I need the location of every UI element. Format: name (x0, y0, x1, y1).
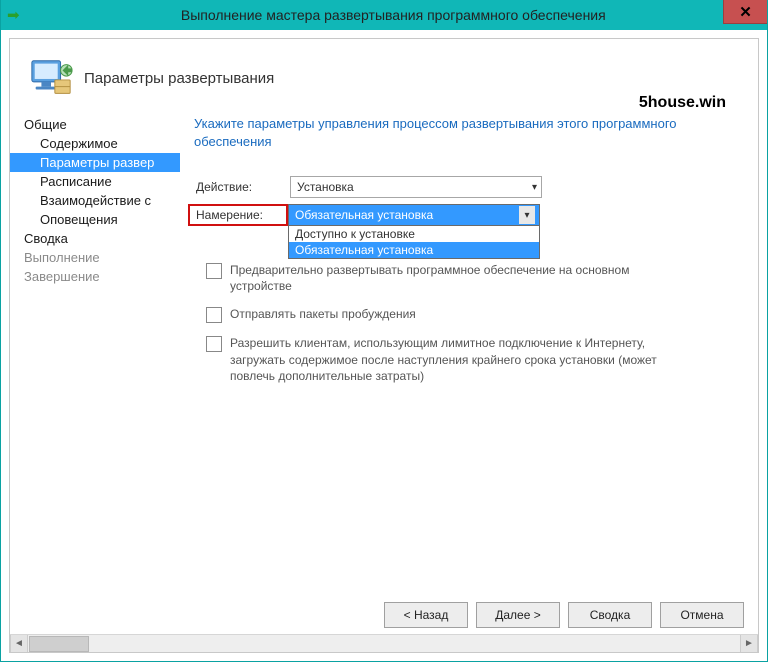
metered-label: Разрешить клиентам, использующим лимитно… (230, 335, 690, 384)
chevron-down-icon: ▾ (532, 182, 537, 193)
nav-content[interactable]: Содержимое (10, 134, 180, 153)
intent-option-required[interactable]: Обязательная установка (289, 242, 539, 258)
scroll-left-icon[interactable]: ◄ (10, 635, 28, 653)
titlebar: ➡ Выполнение мастера развертывания прогр… (1, 0, 767, 30)
metered-checkbox[interactable] (206, 336, 222, 352)
sendwake-label: Отправлять пакеты пробуждения (230, 306, 416, 322)
nav-progress: Выполнение (10, 248, 180, 267)
horizontal-scrollbar[interactable]: ◄ ► (10, 634, 758, 652)
scroll-thumb[interactable] (29, 636, 89, 652)
arrow-icon: ➡ (7, 6, 20, 24)
watermark: 5house.win (639, 94, 726, 112)
intent-option-available[interactable]: Доступно к установке (289, 226, 539, 242)
main-panel: Укажите параметры управления процессом р… (180, 111, 758, 592)
page-title: Параметры развертывания (84, 70, 274, 87)
nav-user-experience[interactable]: Взаимодействие с (10, 191, 180, 210)
intent-row: Намерение: Обязательная установка ▾ Дост… (194, 204, 738, 226)
back-button[interactable]: < Назад (384, 602, 468, 628)
wizard-body: Параметры развертывания 5house.win Общие… (9, 38, 759, 653)
nav-general[interactable]: Общие (10, 115, 180, 134)
close-icon: ✕ (739, 3, 752, 21)
nav-alerts[interactable]: Оповещения (10, 210, 180, 229)
nav-deploy-params[interactable]: Параметры развер (10, 153, 180, 172)
summary-button[interactable]: Сводка (568, 602, 652, 628)
intent-label: Намерение: (188, 204, 288, 226)
action-value: Установка (297, 180, 354, 194)
action-select[interactable]: Установка ▾ (290, 176, 542, 198)
intent-dropdown: Доступно к установке Обязательная устано… (288, 226, 540, 259)
metered-row: Разрешить клиентам, использующим лимитно… (206, 335, 738, 384)
deployment-icon (28, 55, 74, 101)
next-button[interactable]: Далее > (476, 602, 560, 628)
predeploy-label: Предварительно развертывать программное … (230, 262, 690, 294)
close-button[interactable]: ✕ (723, 0, 767, 24)
sendwake-row: Отправлять пакеты пробуждения (206, 306, 738, 323)
cancel-button[interactable]: Отмена (660, 602, 744, 628)
wizard-window: ➡ Выполнение мастера развертывания прогр… (0, 0, 768, 662)
chevron-down-icon: ▾ (519, 206, 535, 224)
instruction-text: Укажите параметры управления процессом р… (194, 115, 714, 150)
nav-summary[interactable]: Сводка (10, 229, 180, 248)
predeploy-checkbox[interactable] (206, 263, 222, 279)
content-row: Общие Содержимое Параметры развер Распис… (10, 111, 758, 592)
action-label: Действие: (194, 180, 290, 194)
intent-value: Обязательная установка (295, 208, 433, 222)
wizard-nav: Общие Содержимое Параметры развер Распис… (10, 111, 180, 592)
wizard-buttons: < Назад Далее > Сводка Отмена (10, 592, 758, 634)
intent-select[interactable]: Обязательная установка ▾ (288, 204, 540, 226)
nav-schedule[interactable]: Расписание (10, 172, 180, 191)
predeploy-row: Предварительно развертывать программное … (206, 262, 738, 294)
sendwake-checkbox[interactable] (206, 307, 222, 323)
action-row: Действие: Установка ▾ (194, 176, 738, 198)
scroll-right-icon[interactable]: ► (740, 635, 758, 653)
window-title: Выполнение мастера развертывания програм… (20, 7, 767, 23)
nav-completion: Завершение (10, 267, 180, 286)
